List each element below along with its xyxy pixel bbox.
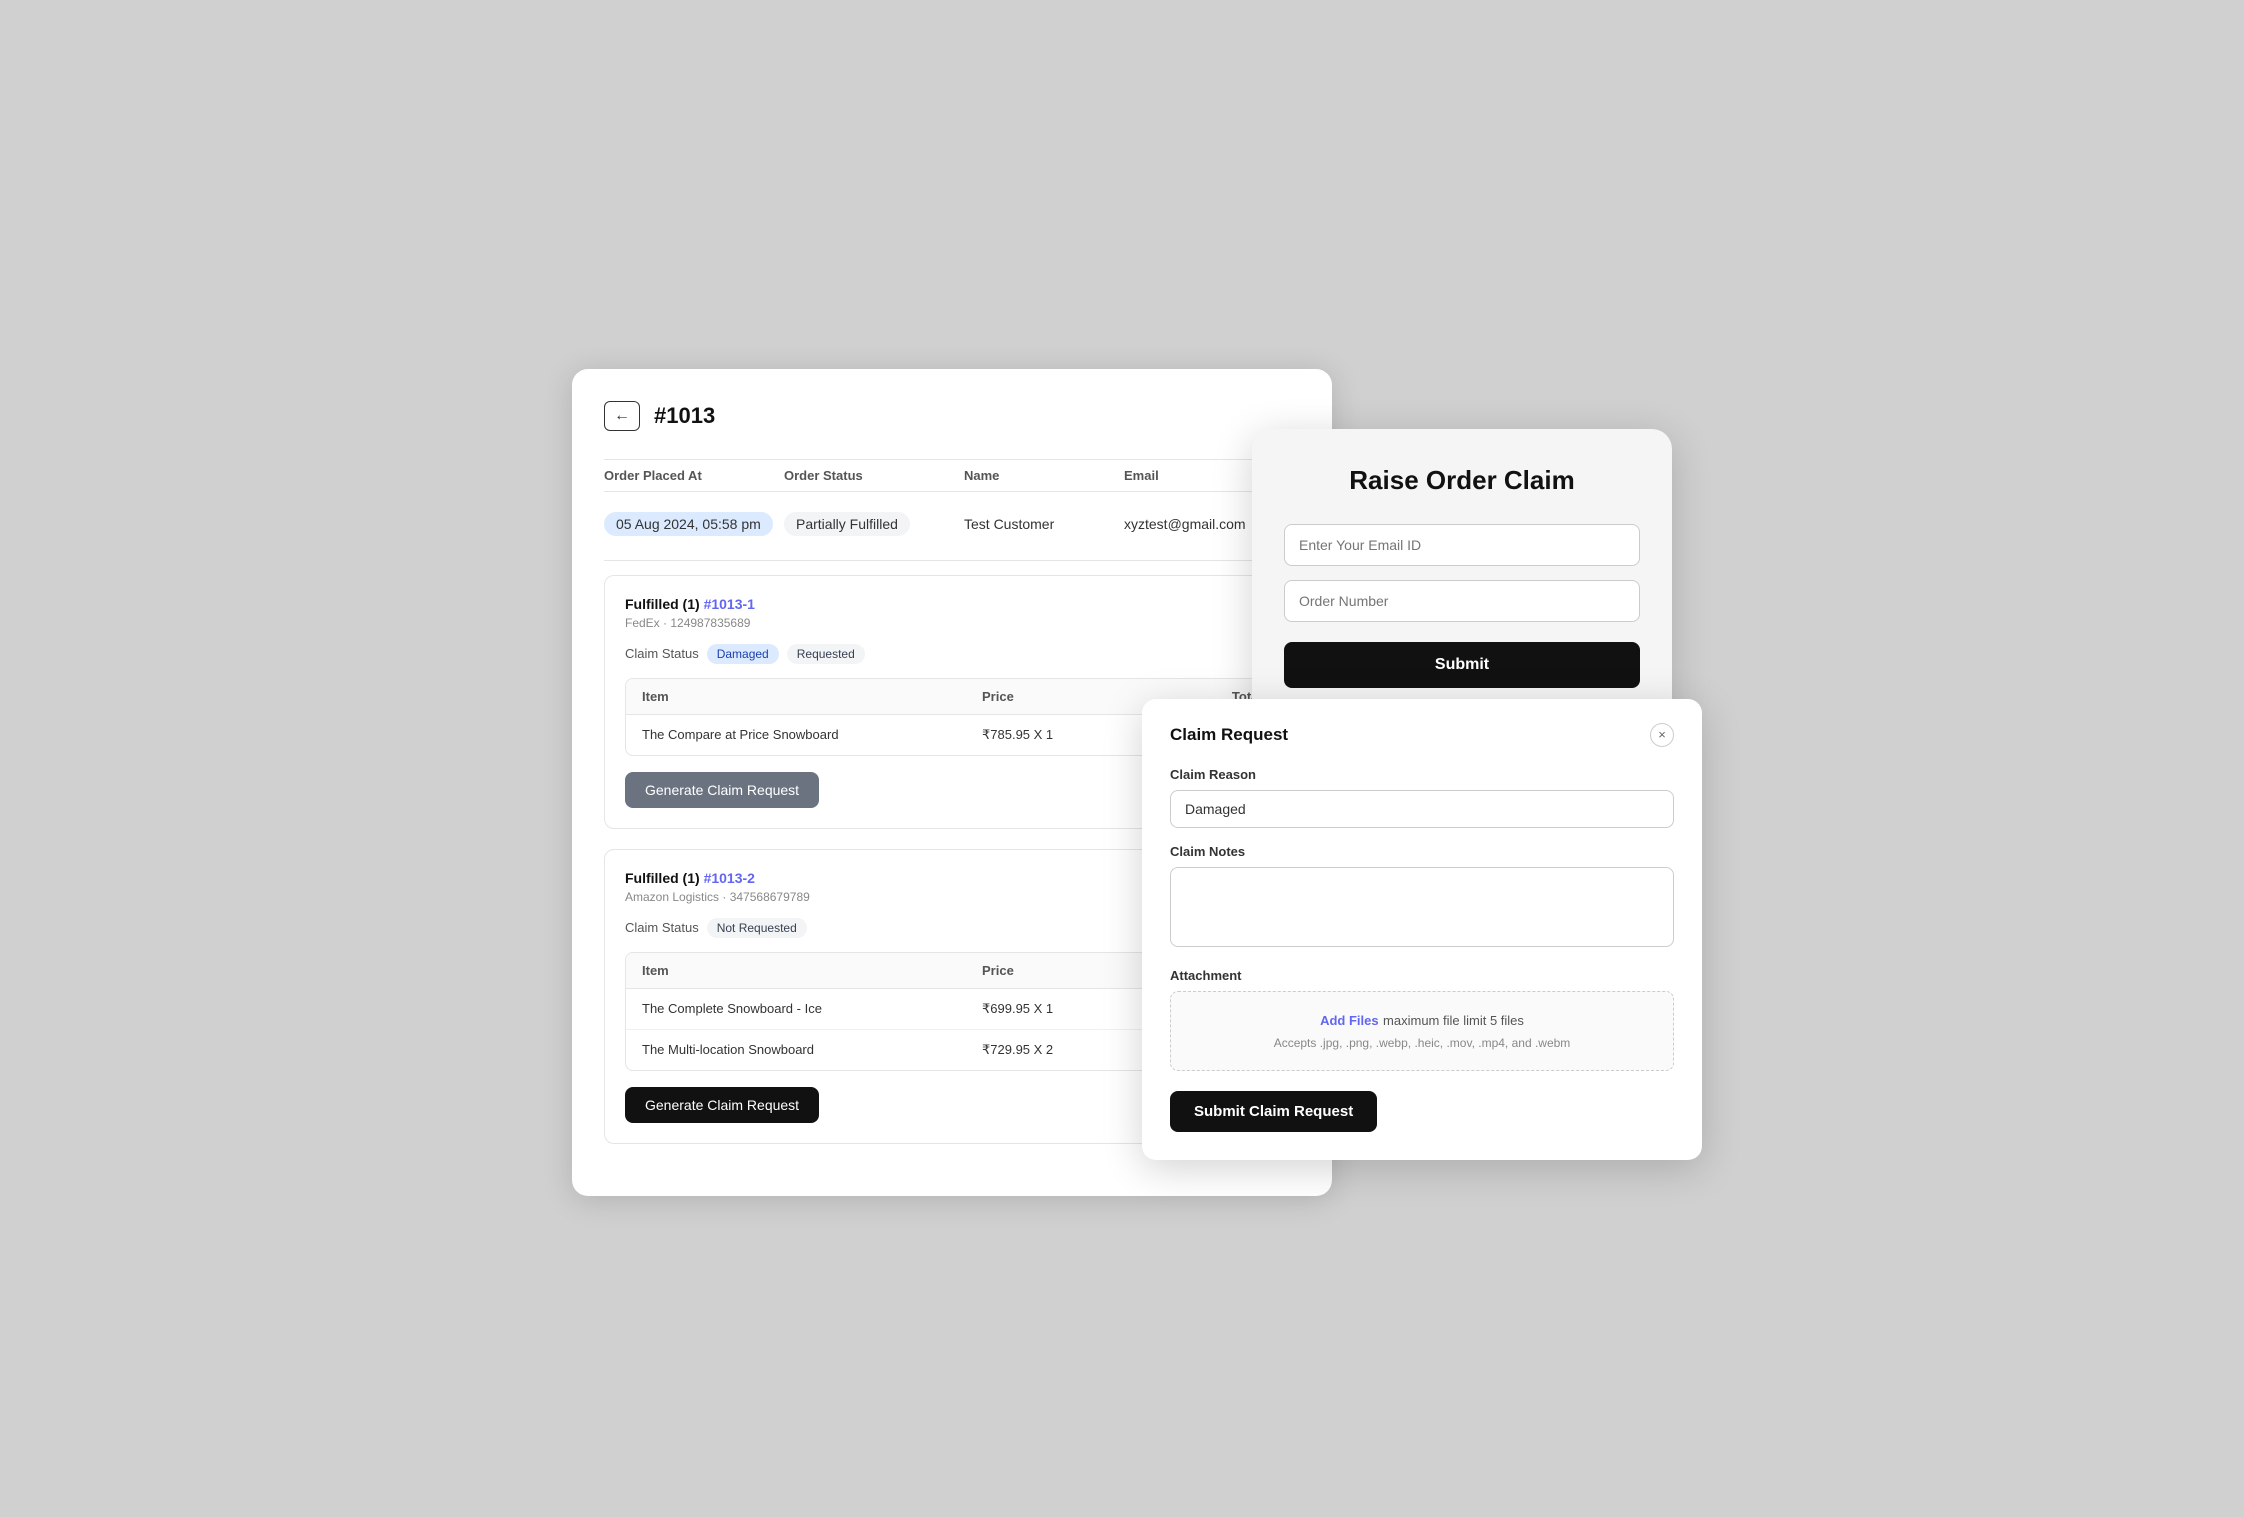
order-number-field[interactable] bbox=[1284, 580, 1640, 622]
email-field[interactable] bbox=[1284, 524, 1640, 566]
order-table-header: Order Placed At Order Status Name Email bbox=[604, 459, 1300, 492]
claim-status-label-2: Claim Status bbox=[625, 920, 699, 935]
claim-status-label-1: Claim Status bbox=[625, 646, 699, 661]
order-info-row: 05 Aug 2024, 05:58 pm Partially Fulfille… bbox=[604, 502, 1300, 546]
claim-reason-label: Claim Reason bbox=[1170, 767, 1674, 782]
attachment-area[interactable]: Add Files maximum file limit 5 files Acc… bbox=[1170, 991, 1674, 1071]
generate-claim-btn-2[interactable]: Generate Claim Request bbox=[625, 1087, 819, 1123]
back-arrow-icon: ← bbox=[614, 407, 630, 425]
col-order-placed-at: Order Placed At bbox=[604, 468, 784, 483]
claim-notes-textarea[interactable] bbox=[1170, 867, 1674, 947]
submit-claim-button[interactable]: Submit Claim Request bbox=[1170, 1091, 1377, 1132]
attachment-add-files-row: Add Files maximum file limit 5 files bbox=[1191, 1012, 1653, 1030]
customer-name: Test Customer bbox=[964, 516, 1124, 532]
col-name: Name bbox=[964, 468, 1124, 483]
fulfillment-1-title: Fulfilled (1) #1013-1 bbox=[625, 596, 1279, 612]
order-status-badge: Partially Fulfilled bbox=[784, 512, 964, 536]
order-date-badge: 05 Aug 2024, 05:58 pm bbox=[604, 512, 784, 536]
modal-title: Claim Request bbox=[1170, 725, 1288, 745]
col-order-status: Order Status bbox=[784, 468, 964, 483]
claim-reason-input[interactable] bbox=[1170, 790, 1674, 828]
fulfillment-1-carrier: FedEx · 124987835689 bbox=[625, 616, 1279, 630]
claim-notes-label: Claim Notes bbox=[1170, 844, 1674, 859]
order-header: ← #1013 bbox=[604, 401, 1300, 431]
modal-header: Claim Request × bbox=[1170, 723, 1674, 747]
raise-claim-title: Raise Order Claim bbox=[1284, 465, 1640, 496]
raise-claim-card: Raise Order Claim Submit bbox=[1252, 429, 1672, 720]
order-title: #1013 bbox=[654, 403, 715, 429]
add-files-link[interactable]: Add Files bbox=[1320, 1013, 1379, 1028]
badge-damaged: Damaged bbox=[707, 644, 779, 664]
attachment-limit-value: maximum file limit 5 files bbox=[1383, 1013, 1524, 1028]
modal-close-button[interactable]: × bbox=[1650, 723, 1674, 747]
submit-button[interactable]: Submit bbox=[1284, 642, 1640, 688]
badge-not-requested: Not Requested bbox=[707, 918, 807, 938]
back-button[interactable]: ← bbox=[604, 401, 640, 431]
badge-requested: Requested bbox=[787, 644, 865, 664]
attachment-types-text: Accepts .jpg, .png, .webp, .heic, .mov, … bbox=[1191, 1036, 1653, 1050]
generate-claim-btn-1[interactable]: Generate Claim Request bbox=[625, 772, 819, 808]
claim-status-row-1: Claim Status Damaged Requested bbox=[625, 644, 1279, 664]
attachment-label: Attachment bbox=[1170, 968, 1674, 983]
claim-request-modal: Claim Request × Claim Reason Claim Notes… bbox=[1142, 699, 1702, 1160]
